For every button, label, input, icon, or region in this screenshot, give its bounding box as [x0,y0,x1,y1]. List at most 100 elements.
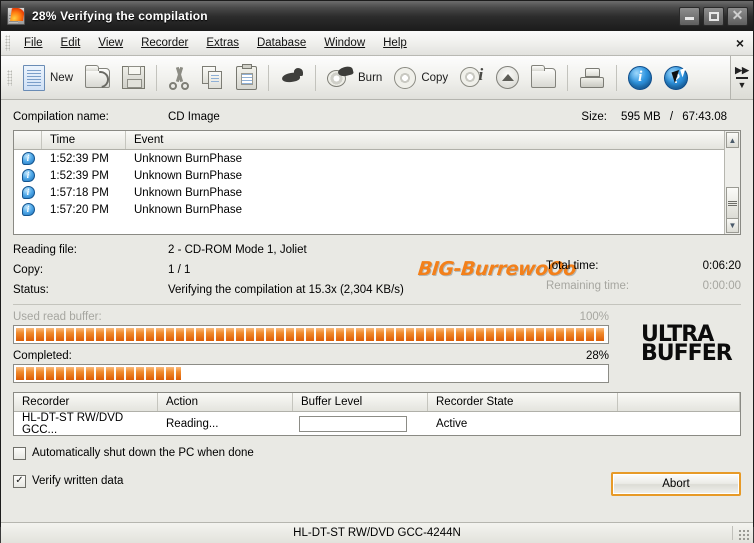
info-balloon-icon: i [21,186,35,199]
bird-icon [280,67,304,89]
resize-grip-icon[interactable] [738,529,750,541]
info-balloon-icon: i [21,203,35,216]
info-icon: i [628,65,653,90]
browse-button[interactable] [525,60,562,96]
shutdown-label: Automatically shut down the PC when done [32,447,254,459]
burn-disc-icon [327,67,353,89]
info-balloon-icon: i [21,152,35,165]
log-time: 1:57:20 PM [50,203,109,216]
copy-disc-icon [394,66,417,89]
buffer-level-gauge [299,416,407,432]
completed-progress-bar [13,364,609,383]
menu-item-edit[interactable]: Edit [52,34,90,52]
paste-icon [236,63,258,90]
log-body: i 1:52:39 PM Unknown BurnPhase i 1:52:39… [14,150,740,234]
menu-item-help[interactable]: Help [374,34,416,52]
table-row[interactable]: i 1:52:39 PM Unknown BurnPhase [14,167,740,184]
toolbar-overflow-icon[interactable]: ▶▶ ▼ [730,56,753,99]
toolbar-grip-icon[interactable] [7,69,12,86]
table-row[interactable]: HL-DT-ST RW/DVD GCC... Reading... Active [14,412,740,436]
verify-label: Verify written data [32,475,124,487]
info-button[interactable]: i [622,60,658,96]
column-action[interactable]: Action [158,393,293,411]
size-separator: / [669,111,674,123]
menu-grip-icon[interactable] [5,35,10,51]
menu-item-file[interactable]: File [15,34,52,52]
eject-button[interactable] [490,60,525,96]
completed-percent: 28% [585,350,609,362]
scroll-down-icon[interactable]: ▼ [726,217,739,233]
size-bytes: 595 MB [621,111,661,123]
column-recorder-state[interactable]: Recorder State [428,393,618,411]
log-column-event[interactable]: Event [126,131,740,149]
menu-item-view[interactable]: View [89,34,132,52]
menu-item-database[interactable]: Database [248,34,315,52]
toolbar: New Burn Copy i i ? ▶▶ ▼ [1,56,753,100]
progress-section: Used read buffer: 100% Completed: 28% UL… [13,311,741,383]
completed-progress-fill [16,367,182,380]
scroll-up-icon[interactable]: ▲ [726,132,739,148]
paste-button[interactable] [230,60,263,96]
abort-button[interactable]: Abort [611,472,741,496]
compilation-name-label: Compilation name: [13,111,109,123]
reading-file-value: 2 - CD-ROM Mode 1, Joliet [168,244,307,256]
buffer-label: Used read buffer: [13,311,102,323]
table-row[interactable]: i 1:57:20 PM Unknown BurnPhase [14,201,740,218]
shutdown-option-row[interactable]: Automatically shut down the PC when done [13,442,741,464]
cut-button[interactable] [162,60,196,96]
main-content: Compilation name: CD Image Size: 595 MB … [1,100,753,522]
help-button[interactable]: ? [658,60,694,96]
scrollbar-thumb[interactable] [726,187,739,219]
table-row[interactable]: i 1:57:18 PM Unknown BurnPhase [14,184,740,201]
total-time-row: Total time: 0:06:20 [546,256,741,276]
log-time: 1:57:18 PM [50,186,109,199]
save-button[interactable] [116,60,151,96]
minimize-button[interactable] [679,6,700,26]
toolbar-separator [315,64,317,91]
disc-info-button[interactable]: i [454,60,490,96]
time-section: Total time: 0:06:20 Remaining time: 0:00… [546,256,741,296]
toolbar-separator [567,64,569,91]
log-header: Time Event [14,131,740,150]
log-event: Unknown BurnPhase [134,186,243,199]
status-label: Status: [13,284,49,296]
completed-labels: Completed: 28% [13,350,609,362]
menu-item-extras[interactable]: Extras [197,34,248,52]
scanner-icon [579,67,605,88]
total-time-value: 0:06:20 [702,260,741,272]
copy-disc-button[interactable]: Copy [388,60,454,96]
cover-designer-button[interactable] [573,60,611,96]
close-button[interactable]: ✕ [727,6,748,26]
verify-checkbox[interactable]: ✓ [13,474,26,488]
nero-express-button[interactable] [274,60,310,96]
save-icon [122,66,146,89]
document-close-button[interactable]: × [736,35,744,51]
nero-burning-window: 28% Verifying the compilation ✕ File Edi… [0,0,754,543]
scrollbar-track[interactable] [725,149,740,219]
burn-button[interactable]: Burn [321,60,388,96]
info-balloon-icon: i [21,169,35,182]
remaining-time-row: Remaining time: 0:00:00 [546,276,741,296]
log-column-time[interactable]: Time [42,131,126,149]
menu-item-recorder[interactable]: Recorder [132,34,197,52]
maximize-button[interactable] [703,6,724,26]
window-title: 28% Verifying the compilation [32,9,208,23]
column-buffer-level[interactable]: Buffer Level [293,393,428,411]
size-duration: 67:43.08 [682,111,728,123]
burn-label: Burn [358,71,383,84]
column-recorder[interactable]: Recorder [14,393,158,411]
log-scrollbar[interactable]: ▲ ▼ [724,131,740,234]
table-row[interactable]: i 1:52:39 PM Unknown BurnPhase [14,150,740,167]
toolbar-separator [268,64,270,91]
menu-item-window[interactable]: Window [315,34,374,52]
buffer-progress-bar [13,325,609,344]
log-time: 1:52:39 PM [50,152,109,165]
new-compilation-button[interactable]: New [17,60,79,96]
shutdown-checkbox[interactable] [13,446,26,460]
copy-button[interactable] [196,60,230,96]
open-button[interactable] [79,60,116,96]
recorder-table[interactable]: Recorder Action Buffer Level Recorder St… [13,392,741,436]
size-label: Size: [581,111,607,123]
event-log-list[interactable]: Time Event i 1:52:39 PM Unknown BurnPhas… [13,130,741,235]
log-column-icon [14,131,42,149]
